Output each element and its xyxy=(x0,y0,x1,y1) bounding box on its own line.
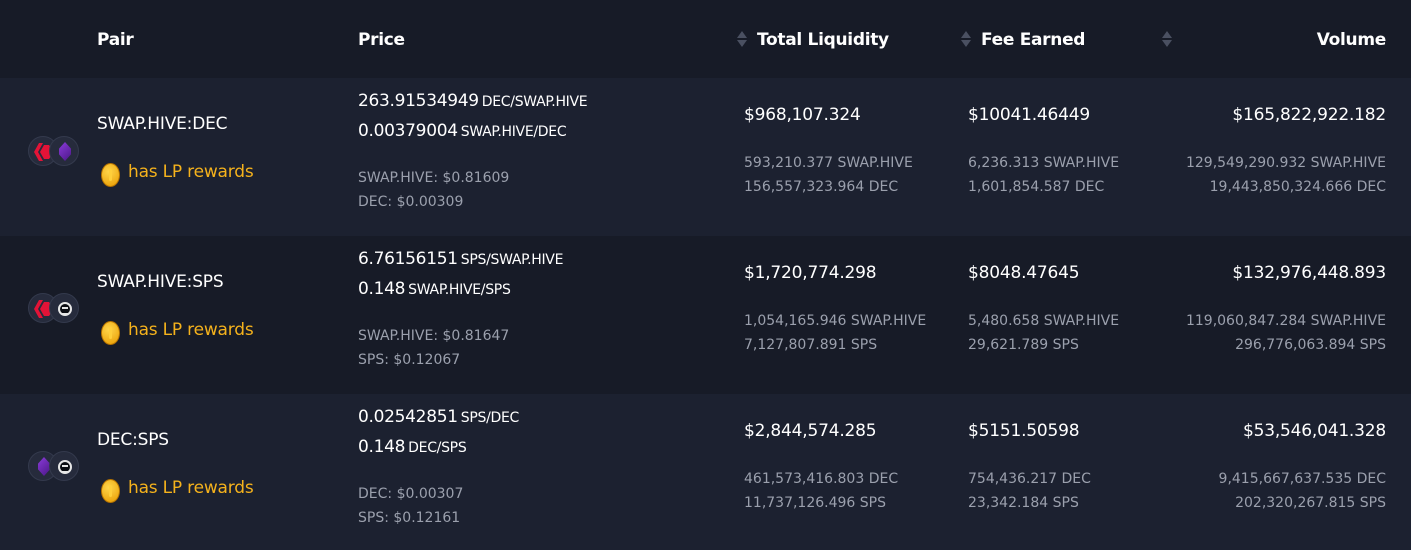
fee-amount: 5,480.658 SWAP.HIVE xyxy=(968,313,1120,329)
usd-price: SWAP.HIVE: $0.81647 xyxy=(358,328,510,344)
price-primary: 263.91534949 DEC/SWAP.HIVE xyxy=(358,91,588,111)
header-fee-earned[interactable]: Fee Earned xyxy=(981,30,1085,50)
price-secondary: 0.148 SWAP.HIVE/SPS xyxy=(358,279,511,299)
coin-icon xyxy=(101,479,120,503)
liquidity-amount: 1,054,165.946 SWAP.HIVE xyxy=(744,313,927,329)
volume-value: $53,546,041.328 xyxy=(1242,421,1386,441)
fee-amount: 29,621.789 SPS xyxy=(968,337,1079,353)
liquidity-amount: 156,557,323.964 DEC xyxy=(744,179,899,195)
volume-amount: 119,060,847.284 SWAP.HIVE xyxy=(1185,313,1386,329)
pair-icons xyxy=(28,136,80,166)
fee-amount: 23,342.184 SPS xyxy=(968,495,1079,511)
volume-amount: 129,549,290.932 SWAP.HIVE xyxy=(1185,155,1386,171)
usd-price: DEC: $0.00309 xyxy=(358,194,464,210)
usd-price: DEC: $0.00307 xyxy=(358,486,464,502)
price-secondary: 0.00379004 SWAP.HIVE/DEC xyxy=(358,121,567,141)
fee-earned-value: $10041.46449 xyxy=(968,105,1090,125)
usd-price: SPS: $0.12067 xyxy=(358,352,461,368)
usd-price: SWAP.HIVE: $0.81609 xyxy=(358,170,510,186)
pair-icons xyxy=(28,451,80,481)
fee-earned-value: $8048.47645 xyxy=(968,263,1080,283)
pair-name[interactable]: SWAP.HIVE:DEC xyxy=(97,114,228,134)
coin-icon xyxy=(101,321,120,345)
price-secondary: 0.148 DEC/SPS xyxy=(358,437,467,457)
table-row[interactable]: SWAP.HIVE:SPS has LP rewards 6.76156151 S… xyxy=(0,236,1411,394)
total-liquidity-value: $1,720,774.298 xyxy=(744,263,877,283)
header-total-liquidity[interactable]: Total Liquidity xyxy=(757,30,889,50)
liquidity-amount: 7,127,807.891 SPS xyxy=(744,337,878,353)
pair-name[interactable]: SWAP.HIVE:SPS xyxy=(97,272,224,292)
sps-icon xyxy=(49,293,79,323)
fee-earned-value: $5151.50598 xyxy=(968,421,1080,441)
total-liquidity-value: $2,844,574.285 xyxy=(744,421,877,441)
fee-amount: 6,236.313 SWAP.HIVE xyxy=(968,155,1120,171)
table-row[interactable]: SWAP.HIVE:DEC has LP rewards 263.9153494… xyxy=(0,78,1411,236)
pair-icons xyxy=(28,293,80,323)
lp-rewards-label: has LP rewards xyxy=(128,162,254,182)
volume-amount: 202,320,267.815 SPS xyxy=(1235,495,1386,511)
liquidity-amount: 461,573,416.803 DEC xyxy=(744,471,899,487)
table-header: Pair Price Total Liquidity Fee Earned Vo… xyxy=(0,0,1411,78)
volume-value: $132,976,448.893 xyxy=(1232,263,1386,283)
volume-value: $165,822,922.182 xyxy=(1232,105,1386,125)
total-liquidity-value: $968,107.324 xyxy=(744,105,861,125)
pair-name[interactable]: DEC:SPS xyxy=(97,430,169,450)
table-row[interactable]: DEC:SPS has LP rewards 0.02542851 SPS/DEC… xyxy=(0,394,1411,550)
header-volume[interactable]: Volume xyxy=(1317,30,1387,50)
lp-rewards-label: has LP rewards xyxy=(128,320,254,340)
price-primary: 6.76156151 SPS/SWAP.HIVE xyxy=(358,249,564,269)
volume-amount: 296,776,063.894 SPS xyxy=(1235,337,1386,353)
volume-amount: 9,415,667,637.535 DEC xyxy=(1218,471,1386,487)
sort-icon[interactable] xyxy=(737,30,747,50)
dec-icon xyxy=(49,136,79,166)
volume-amount: 19,443,850,324.666 DEC xyxy=(1209,179,1386,195)
sort-icon[interactable] xyxy=(1162,30,1172,50)
fee-amount: 1,601,854.587 DEC xyxy=(968,179,1105,195)
fee-amount: 754,436.217 DEC xyxy=(968,471,1091,487)
sps-icon xyxy=(49,451,79,481)
liquidity-amount: 11,737,126.496 SPS xyxy=(744,495,886,511)
header-pair: Pair xyxy=(97,30,134,50)
liquidity-amount: 593,210.377 SWAP.HIVE xyxy=(744,155,913,171)
coin-icon xyxy=(101,163,120,187)
lp-rewards-label: has LP rewards xyxy=(128,478,254,498)
header-price: Price xyxy=(358,30,405,50)
sort-icon[interactable] xyxy=(961,30,971,50)
usd-price: SPS: $0.12161 xyxy=(358,510,461,526)
price-primary: 0.02542851 SPS/DEC xyxy=(358,407,519,427)
